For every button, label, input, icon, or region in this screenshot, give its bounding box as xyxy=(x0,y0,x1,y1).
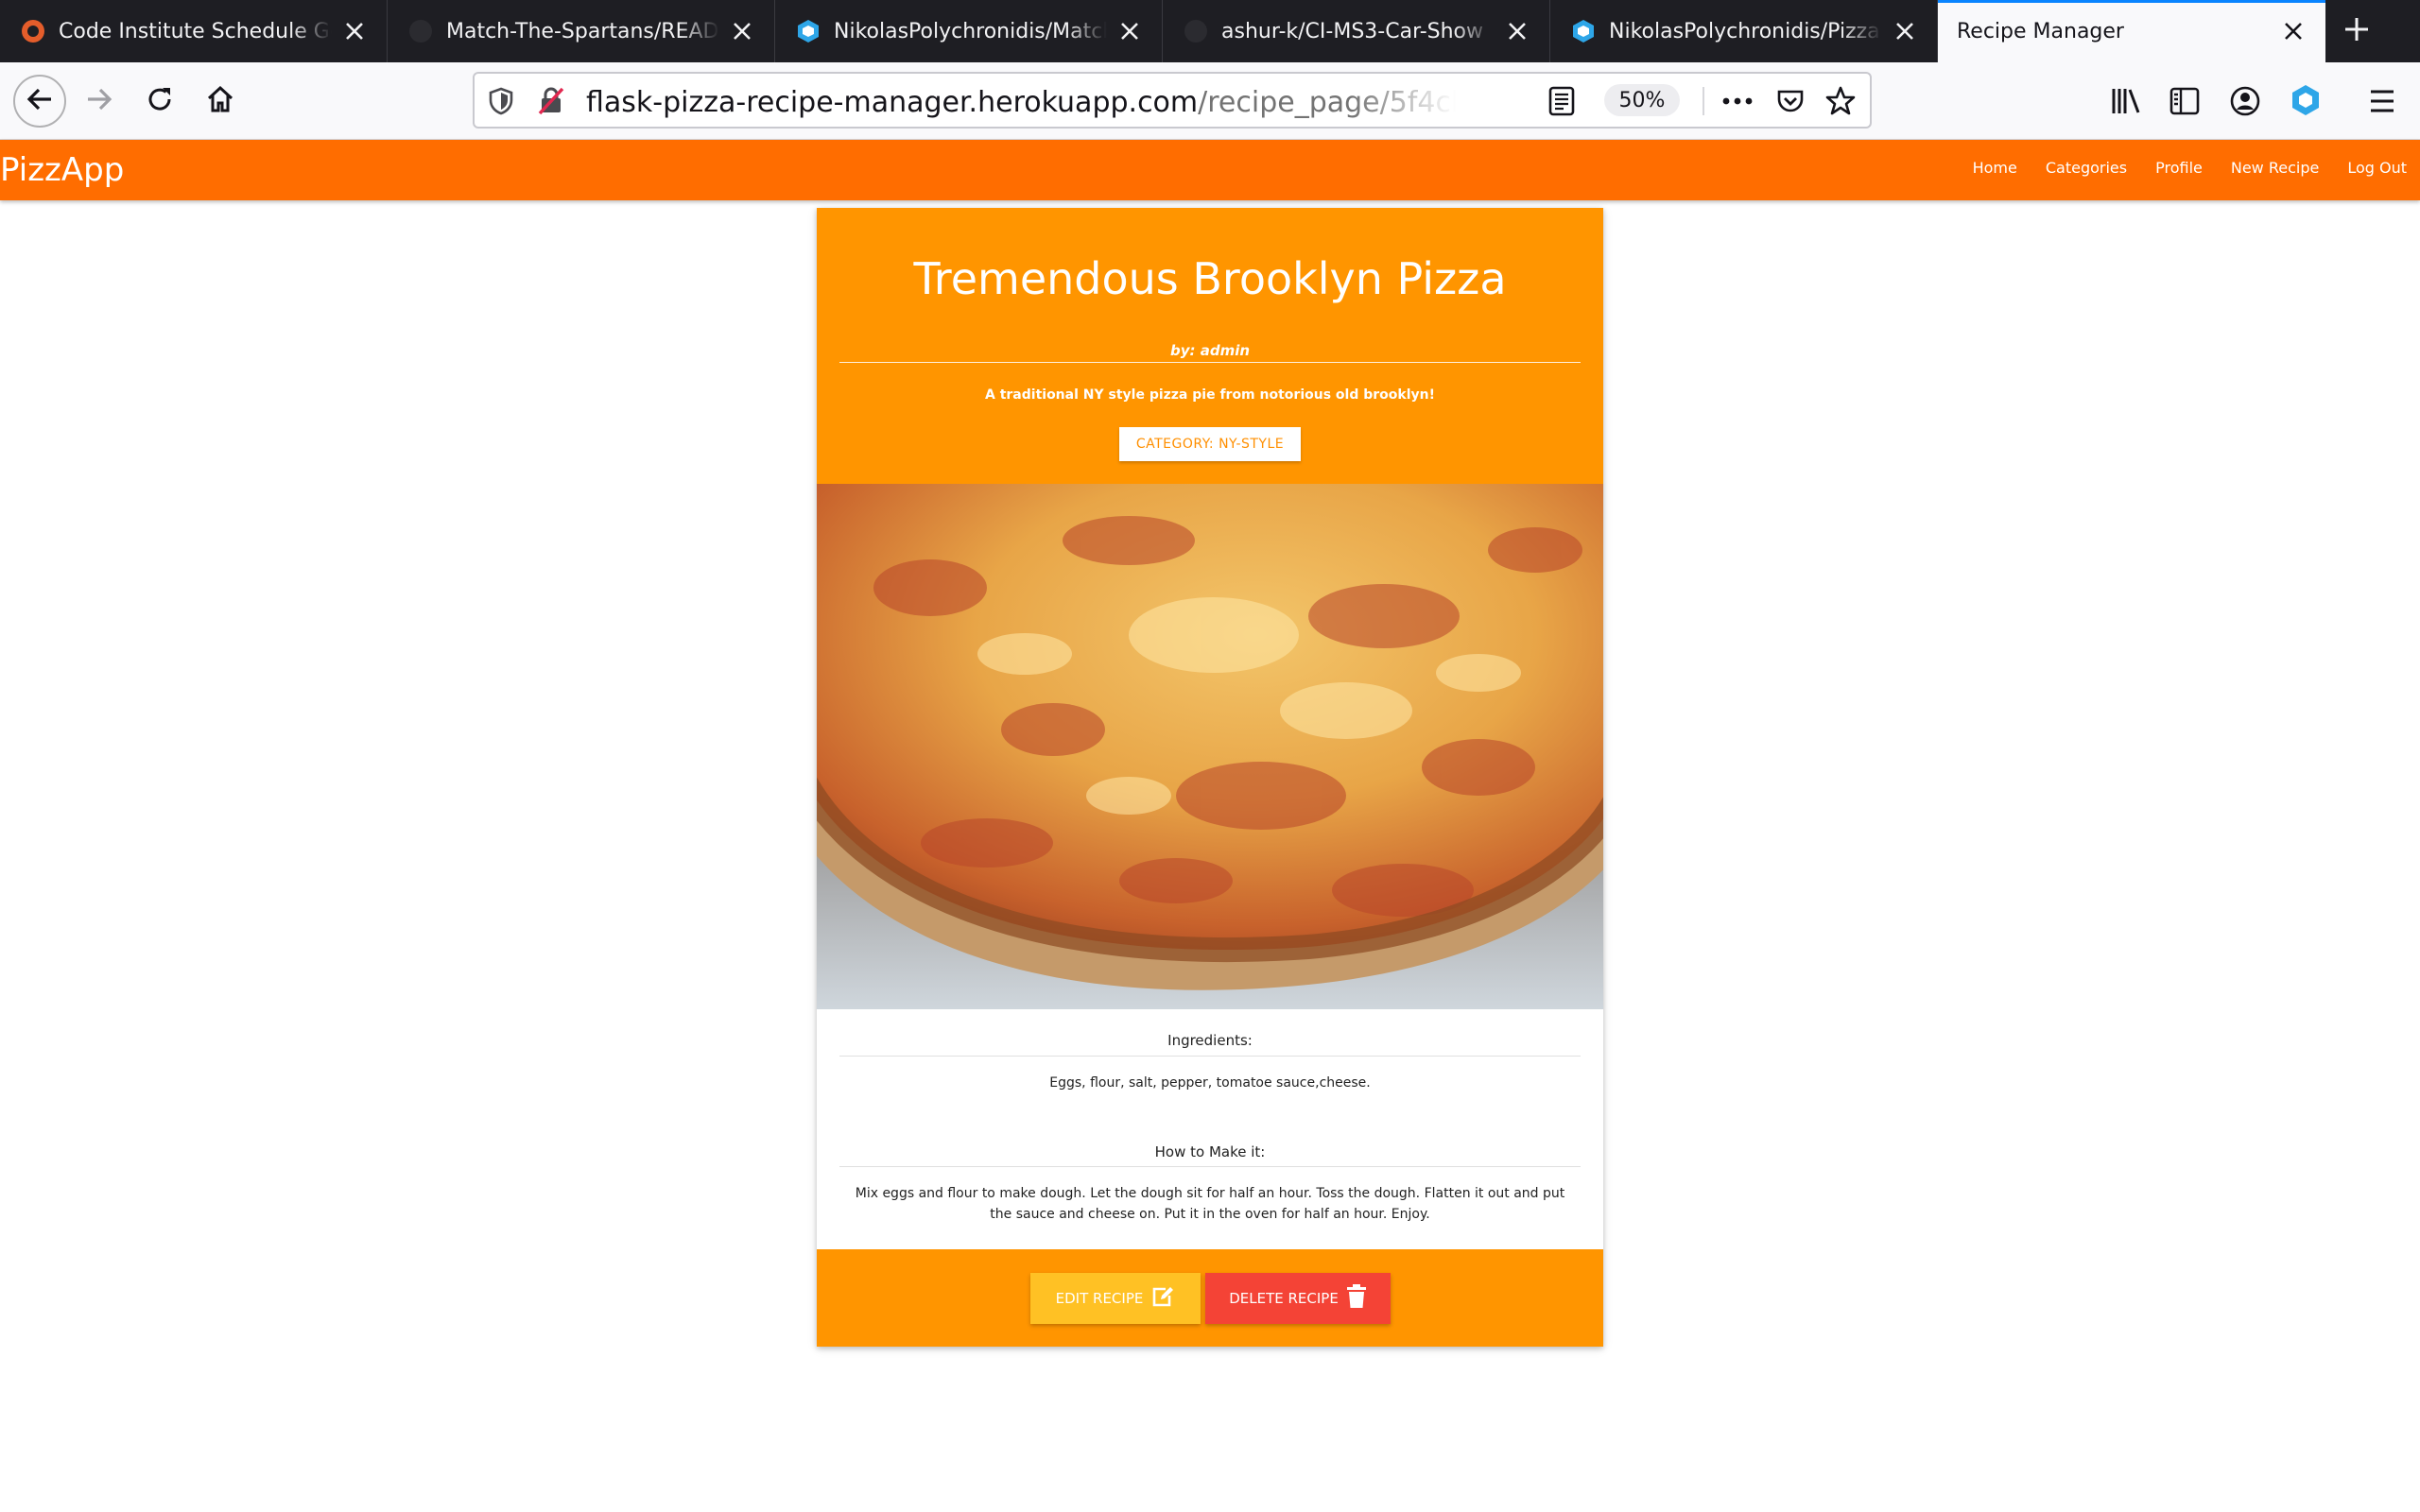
library-icon[interactable] xyxy=(2110,85,2142,121)
github-icon xyxy=(406,17,435,45)
reader-view-icon[interactable] xyxy=(1548,86,1575,120)
arrow-right-icon xyxy=(84,84,114,118)
edit-icon xyxy=(1150,1285,1175,1312)
recipe-card: Tremendous Brooklyn Pizza by: admin A tr… xyxy=(817,208,1603,1347)
recipe-image xyxy=(817,484,1603,1009)
tab-recipe-manager[interactable]: Recipe Manager xyxy=(1938,0,2325,62)
browser-toolbar: flask-pizza-recipe-manager.herokuapp.com… xyxy=(0,62,2420,140)
close-icon[interactable] xyxy=(1892,18,1918,44)
divider xyxy=(839,1056,1581,1057)
plus-icon xyxy=(2342,15,2371,47)
category-chip[interactable]: CATEGORY: NY-STYLE xyxy=(1119,427,1301,461)
reload-icon xyxy=(145,84,175,118)
recipe-card-actions: EDIT RECIPE DELETE RECIPE xyxy=(817,1249,1603,1347)
tab-title: Recipe Manager xyxy=(1957,19,2124,43)
nav-new-recipe-link[interactable]: New Recipe xyxy=(2231,159,2319,177)
close-icon[interactable] xyxy=(2280,18,2307,44)
home-button[interactable] xyxy=(197,77,244,125)
insecure-lock-icon[interactable] xyxy=(537,86,565,120)
edit-recipe-label: EDIT RECIPE xyxy=(1055,1290,1144,1307)
nav-links: Home Categories Profile New Recipe Log O… xyxy=(1973,159,2407,177)
recipe-description: A traditional NY style pizza pie from no… xyxy=(985,387,1435,403)
reload-button[interactable] xyxy=(136,77,183,125)
close-icon[interactable] xyxy=(729,18,755,44)
close-icon[interactable] xyxy=(1116,18,1143,44)
tab-title: Code Institute Schedule Ge xyxy=(59,19,332,43)
close-icon[interactable] xyxy=(1504,18,1530,44)
tab-code-institute[interactable]: Code Institute Schedule Ge xyxy=(0,0,388,62)
ring-icon xyxy=(19,17,47,45)
url-bar-divider xyxy=(1703,87,1704,115)
nav-log-out-link[interactable]: Log Out xyxy=(2347,159,2407,177)
forward-button[interactable] xyxy=(76,77,123,125)
home-icon xyxy=(205,84,235,118)
new-tab-button[interactable] xyxy=(2325,0,2388,62)
github-icon xyxy=(1182,17,1210,45)
extension-hexagon-icon[interactable] xyxy=(2290,83,2322,121)
more-actions-icon[interactable] xyxy=(1720,86,1754,120)
pocket-icon[interactable] xyxy=(1775,86,1806,120)
delete-recipe-label: DELETE RECIPE xyxy=(1229,1290,1339,1307)
url-path: /recipe_page/5f4cb20343 xyxy=(1198,86,1456,119)
hexagon-icon xyxy=(1569,17,1598,45)
bookmark-star-icon[interactable] xyxy=(1824,85,1857,121)
divider xyxy=(839,362,1581,363)
ingredients-heading: Ingredients: xyxy=(1167,1032,1253,1049)
close-icon[interactable] xyxy=(341,18,368,44)
tab-title: NikolasPolychronidis/Pizza xyxy=(1609,19,1880,43)
delete-recipe-button[interactable]: DELETE RECIPE xyxy=(1205,1273,1391,1324)
divider xyxy=(839,1166,1581,1167)
method-text: Mix eggs and flour to make dough. Let th… xyxy=(855,1186,1565,1222)
nav-profile-link[interactable]: Profile xyxy=(2155,159,2203,177)
recipe-title: Tremendous Brooklyn Pizza xyxy=(913,253,1507,304)
tab-title: Match-The-Spartans/READ xyxy=(446,19,719,43)
browser-tab-strip: Code Institute Schedule Ge Match-The-Spa… xyxy=(0,0,2420,62)
url-text[interactable]: flask-pizza-recipe-manager.herokuapp.com… xyxy=(586,86,1456,119)
tab-title: NikolasPolychronidis/Match xyxy=(834,19,1107,43)
hamburger-menu-icon[interactable] xyxy=(2367,87,2397,119)
tab-nikolas-match[interactable]: NikolasPolychronidis/Match xyxy=(775,0,1163,62)
zoom-level-badge[interactable]: 50% xyxy=(1604,84,1680,116)
app-navbar: PizzApp Home Categories Profile New Reci… xyxy=(0,140,2420,200)
back-button[interactable] xyxy=(13,75,66,128)
tab-ashur-car-show[interactable]: ashur-k/CI-MS3-Car-Show xyxy=(1163,0,1550,62)
arrow-left-icon xyxy=(25,84,55,118)
url-bar[interactable]: flask-pizza-recipe-manager.herokuapp.com… xyxy=(473,72,1872,129)
account-icon[interactable] xyxy=(2229,85,2261,121)
shield-icon[interactable] xyxy=(488,87,514,119)
nav-categories-link[interactable]: Categories xyxy=(2046,159,2127,177)
sidebar-icon[interactable] xyxy=(2169,85,2201,121)
ingredients-text: Eggs, flour, salt, pepper, tomatoe sauce… xyxy=(1049,1075,1371,1091)
tab-title: ashur-k/CI-MS3-Car-Show xyxy=(1221,19,1484,43)
tab-match-the-spartans[interactable]: Match-The-Spartans/READ xyxy=(388,0,775,62)
method-heading: How to Make it: xyxy=(1154,1143,1266,1160)
edit-recipe-button[interactable]: EDIT RECIPE xyxy=(1030,1273,1201,1324)
trash-icon xyxy=(1346,1284,1367,1313)
hexagon-icon xyxy=(794,17,822,45)
tab-nikolas-pizza[interactable]: NikolasPolychronidis/Pizza xyxy=(1550,0,1938,62)
nav-home-link[interactable]: Home xyxy=(1973,159,2017,177)
recipe-author: by: admin xyxy=(1169,342,1251,359)
brand-logo[interactable]: PizzApp xyxy=(0,151,124,189)
url-domain: flask-pizza-recipe-manager.herokuapp.com xyxy=(586,86,1199,119)
recipe-card-header: Tremendous Brooklyn Pizza by: admin A tr… xyxy=(817,208,1603,484)
